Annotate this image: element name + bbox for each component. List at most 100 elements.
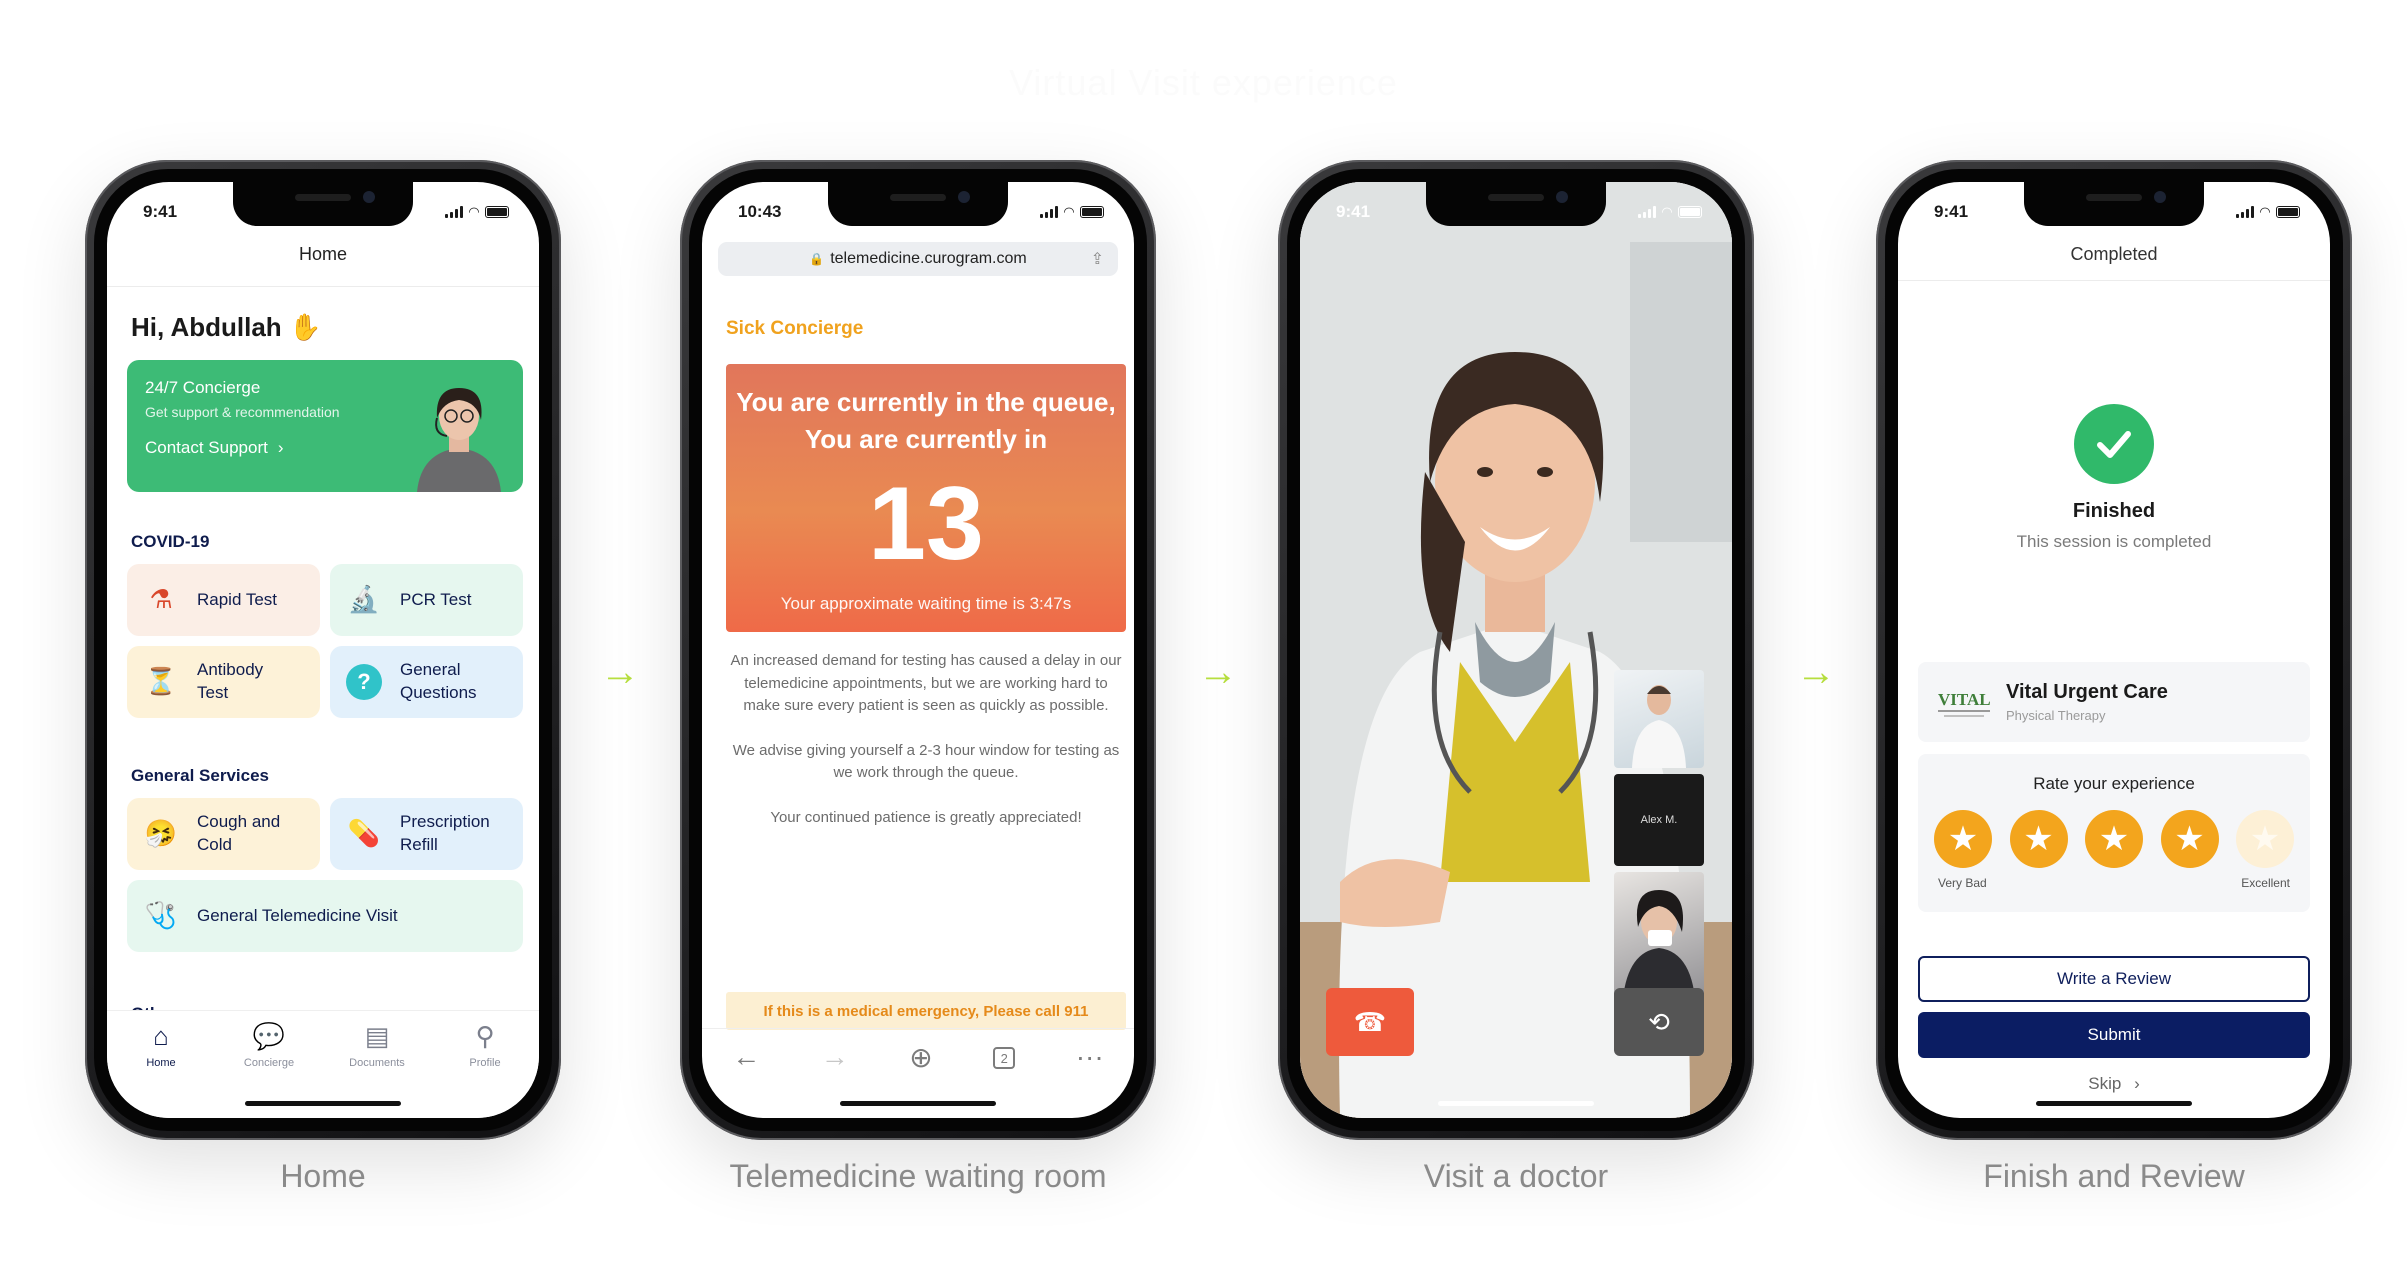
caption-visit: Visit a doctor <box>1423 1158 1609 1194</box>
rating-title: Rate your experience <box>2033 774 2195 793</box>
sick-person-icon: 🤧 <box>144 818 178 849</box>
tile-label: General Questions <box>400 660 477 702</box>
tile-label: PCR Test <box>400 589 472 609</box>
signal-icon <box>1638 206 1656 218</box>
general-questions-tile[interactable]: ? General Questions <box>330 646 523 718</box>
services-section-label: General Services <box>131 766 269 785</box>
url-text: telemedicine.curogram.com <box>830 250 1027 267</box>
antibody-test-tile[interactable]: ⏳ Antibody Test <box>127 646 320 718</box>
status-time: 9:41 <box>1336 202 1371 221</box>
test-tube-icon: ⚗ <box>149 584 173 615</box>
flip-camera-button[interactable]: ⟲ <box>1614 988 1704 1056</box>
signal-icon <box>445 206 463 218</box>
arrow-right-icon: → <box>600 650 640 694</box>
back-arrow-icon[interactable]: ← <box>732 1041 760 1073</box>
home-indicator <box>245 1101 401 1106</box>
question-icon: ? <box>346 664 382 700</box>
home-indicator <box>840 1101 996 1106</box>
queue-title: You are currently in the queue, You are … <box>736 387 1116 454</box>
finished-title: Finished <box>2072 500 2156 522</box>
agent-avatar-icon <box>417 388 501 492</box>
url-bar[interactable]: 🔒 telemedicine.curogram.com ⇪ <box>718 242 1118 276</box>
screen-header: Home <box>298 244 347 264</box>
document-icon: ▤ <box>364 1021 390 1051</box>
battery-icon <box>1080 206 1104 218</box>
chevron-right-icon: › <box>2134 1074 2140 1093</box>
waiting-time: Your approximate waiting time is 3:47s <box>780 593 1072 613</box>
status-time: 9:41 <box>1934 202 1969 221</box>
notice-paragraph: Your continued patience is greatly appre… <box>770 808 1082 826</box>
star-icon[interactable]: ★ <box>2085 810 2143 868</box>
write-review-button[interactable]: Write a Review <box>1918 956 2310 1002</box>
tile-label: Antibody Test <box>197 660 264 702</box>
queue-number: 13 <box>868 465 984 582</box>
star-icon[interactable]: ★ <box>1934 810 1992 868</box>
wifi-icon: ◠ <box>469 204 479 219</box>
caption-waiting-room: Telemedicine waiting room <box>729 1158 1107 1194</box>
wifi-icon: ◠ <box>1662 204 1672 219</box>
star-icon[interactable]: ★ <box>2009 810 2068 868</box>
chevron-right-icon: › <box>277 438 284 457</box>
star-icon[interactable]: ★ <box>2160 810 2219 868</box>
forward-arrow-icon[interactable]: → <box>821 1041 849 1073</box>
signal-icon <box>2236 206 2254 218</box>
phone-finish: 9:41 ◠ Completed Finished This session i… <box>1876 160 2352 1140</box>
brand-logo: Sick Concierge <box>726 318 864 339</box>
header-divider <box>1898 280 2330 281</box>
tab-home[interactable]: ⌂ Home <box>121 1021 201 1118</box>
emergency-banner: If this is a medical emergency, Please c… <box>726 992 1126 1030</box>
pcr-test-tile[interactable]: 🔬 PCR Test <box>330 564 523 636</box>
cough-cold-tile[interactable]: 🤧 Cough and Cold <box>127 798 320 870</box>
star-rating[interactable]: ★ ★ ★ ★ ★ <box>1918 810 2310 868</box>
phone-telemedicine: 10:43 ◠ 🔒 telemedicine.curogram.com ⇪ Si… <box>680 160 1156 1140</box>
covid-section-label: COVID-19 <box>131 532 210 551</box>
pill-bottle-icon: 💊 <box>347 818 381 849</box>
tile-label: Prescription Refill <box>400 812 490 854</box>
lock-icon: 🔒 <box>809 252 825 266</box>
caption-finish: Finish and Review <box>1983 1158 2245 1194</box>
new-tab-icon[interactable]: ⊕ <box>909 1041 932 1074</box>
status-time: 10:43 <box>738 202 782 221</box>
battery-icon <box>485 206 509 218</box>
participant-thumbnail-off[interactable]: Alex M. <box>1614 774 1704 866</box>
finish-screen: 9:41 ◠ Completed Finished This session i… <box>1898 182 2330 1118</box>
concierge-card[interactable]: 24/7 Concierge Get support & recommendat… <box>127 360 523 492</box>
camera-switch-icon: ⟲ <box>1648 1006 1670 1037</box>
more-icon[interactable]: ··· <box>1076 1041 1104 1073</box>
phone-hangup-icon: ☎ <box>1353 1006 1387 1037</box>
home-icon: ⌂ <box>153 1021 169 1051</box>
rating-low-label: Very Bad <box>1938 876 1987 890</box>
participant-thumbnail[interactable] <box>1614 670 1704 768</box>
prescription-refill-tile[interactable]: 💊 Prescription Refill <box>330 798 523 870</box>
arrow-right-icon: → <box>1198 650 1238 694</box>
page-title: Virtual Visit experience <box>1009 62 1398 103</box>
end-call-button[interactable]: ☎ <box>1326 988 1414 1056</box>
phone-home: 9:41 ◠ Home Hi, Abdullah ✋ 24/7 Concierg… <box>85 160 561 1140</box>
tile-label: Rapid Test <box>197 589 278 609</box>
notice-text: An increased demand for testing has caus… <box>726 650 1126 851</box>
notch <box>233 182 413 226</box>
rapid-test-tile[interactable]: ⚗ Rapid Test <box>127 564 320 636</box>
wifi-icon: ◠ <box>2260 204 2270 219</box>
star-icon[interactable]: ★ <box>2236 810 2294 868</box>
caption-home: Home <box>280 1158 366 1194</box>
battery-icon <box>2276 206 2300 218</box>
rating-card: Rate your experience ★ ★ ★ ★ ★ Very Bad … <box>1918 754 2310 912</box>
status-time: 9:41 <box>143 202 178 221</box>
clinic-subtitle: Physical Therapy <box>2006 708 2106 723</box>
clinic-logo: VITAL <box>1936 681 1992 723</box>
skip-link[interactable]: Skip › <box>1898 1074 2330 1094</box>
microscope-icon: 🔬 <box>347 584 381 615</box>
finished-subtitle: This session is completed <box>2016 532 2212 551</box>
chat-bubble-icon: 💬 <box>252 1021 286 1051</box>
submit-button[interactable]: Submit <box>1918 1012 2310 1058</box>
telemedicine-visit-tile[interactable]: 🩺 General Telemedicine Visit <box>127 880 523 952</box>
participant-image <box>1632 685 1686 768</box>
tabs-icon[interactable]: 2 <box>993 1047 1016 1069</box>
tab-profile[interactable]: ⚲ Profile <box>445 1021 525 1118</box>
notice-paragraph: We advise giving yourself a 2-3 hour win… <box>732 741 1120 782</box>
notice-paragraph: An increased demand for testing has caus… <box>730 652 1122 714</box>
tile-label: Cough and Cold <box>197 812 281 854</box>
tile-label: General Telemedicine Visit <box>197 905 398 925</box>
share-icon[interactable]: ⇪ <box>1091 249 1104 269</box>
